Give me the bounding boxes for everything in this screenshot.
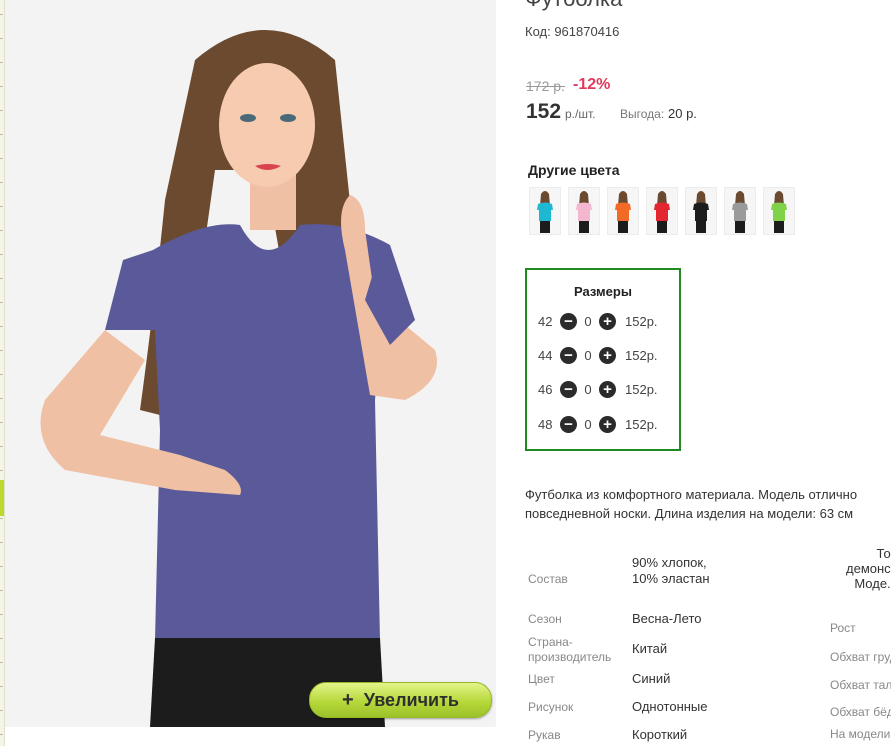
spec-label: Цвет: [528, 672, 555, 686]
plus-icon[interactable]: +: [599, 346, 616, 364]
ruler-tick: [0, 686, 3, 687]
product-image[interactable]: + Увеличить: [5, 0, 496, 727]
ruler-tick: [0, 326, 3, 327]
size-number: 42: [538, 313, 553, 329]
ruler-tick: [0, 590, 3, 591]
size-price: 152р.: [625, 313, 658, 329]
ruler-tick: [0, 134, 3, 135]
color-swatch[interactable]: [763, 187, 795, 235]
spec-value: Синий: [632, 671, 671, 686]
side-tab[interactable]: [0, 480, 4, 516]
spec-value: Весна-Лето: [632, 611, 702, 626]
ruler-tick: [0, 734, 3, 735]
minus-icon[interactable]: −: [560, 380, 577, 398]
quantity-value: 0: [584, 313, 592, 329]
minus-icon[interactable]: −: [560, 415, 577, 433]
model-param-label: Рост: [830, 621, 856, 635]
spec-label: Сезон: [528, 612, 562, 626]
spec-label: Рукав: [528, 728, 561, 742]
ruler-tick: [0, 206, 3, 207]
discount-badge: -12%: [573, 76, 611, 93]
model-params: Рост Обхват груди Обхват тал Обхват бёд …: [820, 0, 891, 746]
model-param-label: Обхват тал: [830, 678, 891, 692]
ruler-tick: [0, 542, 3, 543]
price-unit: р./шт.: [565, 107, 596, 121]
ruler-tick: [0, 350, 3, 351]
other-colors-heading: Другие цвета: [528, 162, 620, 178]
ruler-tick: [0, 374, 3, 375]
ruler-tick: [0, 446, 3, 447]
ruler-tick: [0, 182, 3, 183]
quantity-value: 0: [584, 416, 592, 432]
ruler-tick: [0, 710, 3, 711]
size-number: 46: [538, 381, 553, 397]
plus-icon[interactable]: +: [599, 312, 616, 330]
ruler-tick: [0, 158, 3, 159]
ruler-tick: [0, 302, 3, 303]
spec-value: Однотонные: [632, 699, 708, 714]
minus-icon[interactable]: −: [560, 346, 577, 364]
color-swatches: [529, 187, 795, 235]
ruler-tick: [0, 398, 3, 399]
ruler-tick: [0, 638, 3, 639]
ruler-tick: [0, 110, 3, 111]
size-row: 46 − 0 + 152р.: [538, 379, 658, 399]
current-price: 152: [526, 100, 562, 123]
size-price: 152р.: [625, 381, 658, 397]
color-swatch[interactable]: [724, 187, 756, 235]
size-price: 152р.: [625, 416, 658, 432]
ruler-tick: [0, 518, 3, 519]
color-swatch[interactable]: [607, 187, 639, 235]
quantity-value: 0: [584, 347, 592, 363]
size-row: 42 − 0 + 152р.: [538, 311, 658, 331]
size-row: 44 − 0 + 152р.: [538, 345, 658, 365]
ruler-tick: [0, 614, 3, 615]
zoom-button[interactable]: + Увеличить: [309, 682, 492, 718]
ruler-tick: [0, 422, 3, 423]
model-param-label: Обхват груди: [830, 650, 891, 664]
product-title: Футболка: [525, 0, 622, 12]
zoom-label: Увеличить: [363, 689, 459, 710]
old-price: 172 р.: [526, 78, 565, 94]
color-swatch[interactable]: [568, 187, 600, 235]
color-swatch[interactable]: [685, 187, 717, 235]
spec-value: Китай: [632, 641, 668, 656]
spec-value: Короткий: [632, 727, 688, 742]
ruler-tick: [0, 278, 3, 279]
ruler-tick: [0, 38, 3, 39]
model-param-label: На модели: [830, 727, 891, 741]
benefit-value: 20 р.: [668, 106, 697, 121]
product-code: Код: 961870416: [525, 24, 620, 39]
plus-icon[interactable]: +: [599, 380, 616, 398]
minus-icon[interactable]: −: [560, 312, 577, 330]
size-price: 152р.: [625, 347, 658, 363]
sizes-panel: Размеры 42 − 0 + 152р. 44 − 0 + 152р. 46…: [525, 268, 681, 451]
quantity-value: 0: [584, 381, 592, 397]
spec-label: Рисунок: [528, 700, 574, 714]
ruler-tick: [0, 662, 3, 663]
ruler-tick: [0, 14, 3, 15]
ruler-tick: [0, 254, 3, 255]
spec-label: Состав: [528, 572, 568, 586]
ruler-tick: [0, 230, 3, 231]
color-swatch[interactable]: [646, 187, 678, 235]
benefit-label: Выгода:: [620, 107, 665, 121]
spec-label: Страна-производитель: [528, 635, 612, 664]
ruler-tick: [0, 470, 3, 471]
plus-icon: +: [342, 688, 354, 711]
size-number: 44: [538, 347, 553, 363]
model-param-label: Обхват бёд: [830, 705, 891, 719]
size-number: 48: [538, 416, 553, 432]
size-row: 48 − 0 + 152р.: [538, 414, 658, 434]
model-photo-illustration: [5, 0, 496, 727]
ruler-tick: [0, 62, 3, 63]
sizes-title: Размеры: [574, 284, 632, 299]
ruler-tick: [0, 86, 3, 87]
ruler-tick: [0, 566, 3, 567]
color-swatch[interactable]: [529, 187, 561, 235]
spec-value: 90% хлопок, 10% эластан: [632, 555, 710, 586]
plus-icon[interactable]: +: [599, 415, 616, 433]
